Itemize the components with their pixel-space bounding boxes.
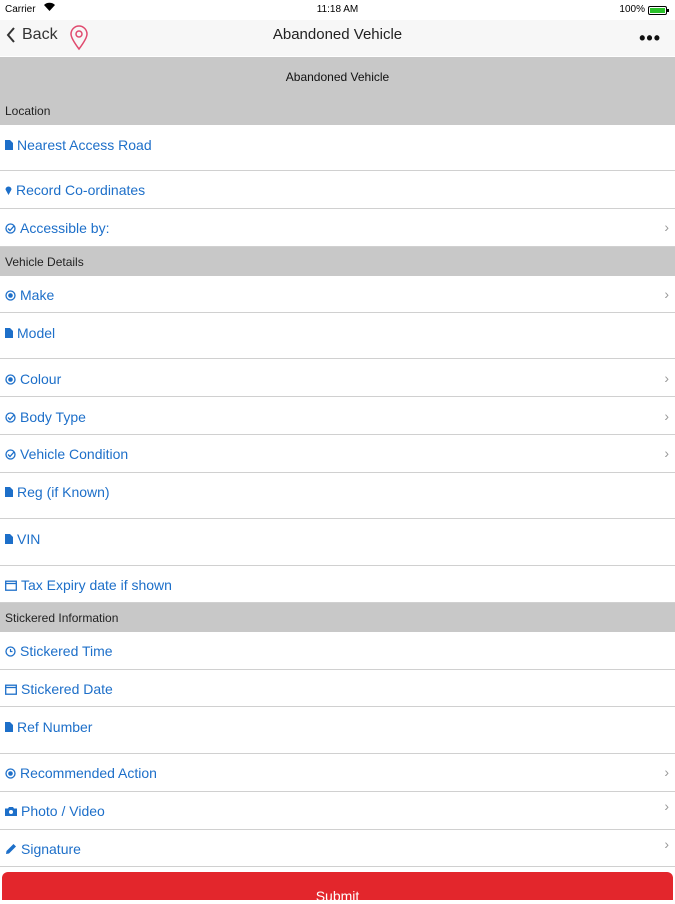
form-banner: Abandoned Vehicle Location	[0, 57, 675, 125]
row-signature[interactable]: Signature ›	[0, 830, 675, 867]
row-model[interactable]: Model	[0, 313, 675, 359]
row-label: Record Co-ordinates	[16, 182, 146, 198]
status-time: 11:18 AM	[316, 4, 359, 15]
row-label: Stickered Date	[21, 681, 113, 697]
section-header-vehicle-details: Vehicle Details	[0, 247, 675, 276]
row-record-coordinates[interactable]: Record Co-ordinates	[0, 171, 675, 209]
row-recommended-action[interactable]: Recommended Action ›	[0, 754, 675, 792]
submit-button[interactable]: Submit	[2, 872, 673, 904]
radio-icon	[5, 289, 16, 301]
form-title: Abandoned Vehicle	[285, 70, 390, 84]
document-icon	[5, 328, 13, 338]
row-label: Model	[17, 325, 56, 341]
document-icon	[5, 487, 13, 497]
chevron-right-icon: ›	[664, 370, 669, 386]
status-bar: Carrier 11:18 AM 100%	[0, 0, 675, 20]
pencil-icon	[5, 843, 17, 855]
row-label: Reg (if Known)	[17, 484, 110, 500]
map-marker-icon	[5, 185, 12, 195]
battery-percent: 100%	[619, 4, 645, 15]
submit-label: Submit	[315, 888, 360, 904]
row-label: VIN	[17, 531, 41, 547]
row-label: Tax Expiry date if shown	[21, 577, 172, 593]
clock-icon	[5, 645, 16, 657]
page-title: Abandoned Vehicle	[272, 26, 403, 43]
more-options-button[interactable]: •••	[639, 28, 661, 49]
row-ref-number[interactable]: Ref Number	[0, 707, 675, 754]
row-vin[interactable]: VIN	[0, 519, 675, 566]
chevron-right-icon: ›	[664, 219, 669, 235]
document-icon	[5, 140, 13, 150]
row-label: Colour	[20, 371, 62, 387]
row-label: Stickered Time	[20, 643, 113, 659]
chevron-right-icon: ›	[664, 764, 669, 780]
document-icon	[5, 534, 13, 544]
radio-icon	[5, 373, 16, 385]
row-stickered-time[interactable]: Stickered Time	[0, 632, 675, 670]
row-label: Make	[20, 287, 55, 303]
chevron-right-icon: ›	[664, 798, 669, 814]
radio-icon	[5, 767, 16, 779]
check-circle-icon	[5, 448, 16, 460]
row-label: Vehicle Condition	[20, 446, 129, 462]
calendar-icon	[5, 580, 17, 591]
row-make[interactable]: Make ›	[0, 276, 675, 313]
battery-icon	[648, 6, 669, 15]
row-label: Photo / Video	[21, 803, 105, 819]
row-label: Ref Number	[17, 719, 93, 735]
row-stickered-date[interactable]: Stickered Date	[0, 670, 675, 707]
section-header-location: Location	[5, 104, 51, 118]
section-header-stickered-information: Stickered Information	[0, 603, 675, 632]
row-vehicle-condition[interactable]: Vehicle Condition ›	[0, 435, 675, 473]
row-nearest-access-road[interactable]: Nearest Access Road	[0, 125, 675, 171]
row-body-type[interactable]: Body Type ›	[0, 397, 675, 435]
row-colour[interactable]: Colour ›	[0, 359, 675, 397]
section-header-label: Vehicle Details	[5, 255, 84, 269]
document-icon	[5, 722, 13, 732]
row-label: Nearest Access Road	[17, 137, 152, 153]
row-label: Body Type	[20, 409, 86, 425]
row-label: Recommended Action	[20, 765, 157, 781]
row-reg[interactable]: Reg (if Known)	[0, 473, 675, 519]
camera-icon	[5, 806, 17, 816]
row-accessible-by[interactable]: Accessible by: ›	[0, 209, 675, 247]
row-label: Signature	[21, 841, 81, 857]
check-circle-icon	[5, 222, 16, 234]
chevron-right-icon: ›	[664, 836, 669, 852]
chevron-right-icon: ›	[664, 286, 669, 302]
row-photo-video[interactable]: Photo / Video ›	[0, 792, 675, 830]
section-header-label: Stickered Information	[5, 611, 119, 625]
calendar-icon	[5, 684, 17, 695]
check-circle-icon	[5, 411, 16, 423]
chevron-right-icon: ›	[664, 408, 669, 424]
chevron-right-icon: ›	[664, 445, 669, 461]
navigation-bar: Back Abandoned Vehicle •••	[0, 20, 675, 56]
row-tax-expiry[interactable]: Tax Expiry date if shown	[0, 566, 675, 603]
row-label: Accessible by:	[20, 220, 110, 236]
